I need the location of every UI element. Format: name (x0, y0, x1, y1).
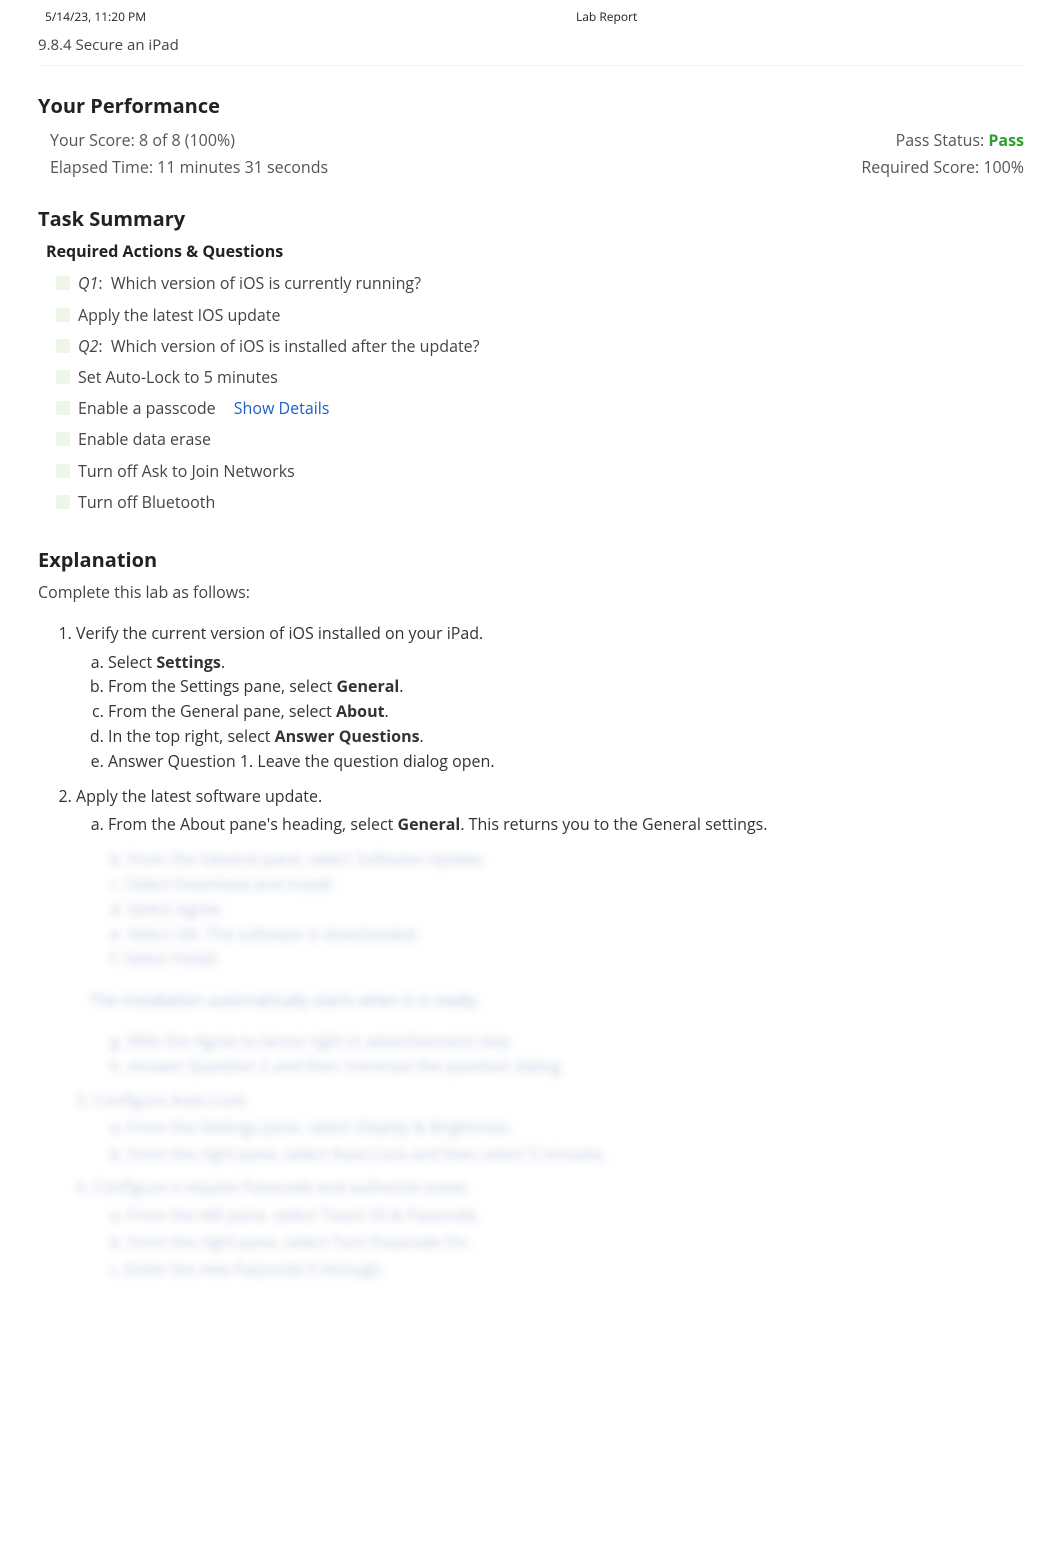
explanation-section: Explanation Complete this lab as follows… (38, 540, 1024, 1283)
action-text: Turn off Ask to Join Networks (78, 460, 295, 482)
obscured-content: b. From the General pane, select Softwar… (38, 847, 1024, 971)
performance-heading: Your Performance (38, 92, 1024, 119)
pass-status-value: Pass (988, 129, 1024, 151)
obscured-content: 3. Configure Auto-Lock. a. From the Sett… (38, 1087, 1024, 1169)
obscured-content: 4. Configure a require Passcode and auth… (38, 1174, 1024, 1283)
required-score-text: Required Score: 100% (861, 154, 1024, 181)
print-header: 5/14/23, 11:20 PM Lab Report (0, 0, 1062, 29)
action-text: Enable a passcode (78, 397, 216, 419)
substep: Select Settings. (108, 650, 1024, 675)
action-item: Q2: Which version of iOS is installed af… (56, 331, 1024, 362)
substep: From the Settings pane, select General. (108, 674, 1024, 699)
action-item: Set Auto-Lock to 5 minutes (56, 362, 1024, 393)
obscured-content: g. With the Agree to terms right in adve… (38, 1029, 1024, 1079)
question-label: Q1 (78, 272, 98, 294)
action-text: Apply the latest IOS update (78, 304, 280, 326)
step-title: Verify the current version of iOS instal… (76, 622, 483, 644)
explanation-heading: Explanation (38, 546, 1024, 573)
action-item: Enable data erase (56, 424, 1024, 455)
task-summary-heading: Task Summary (38, 205, 1024, 232)
substep: In the top right, select Answer Question… (108, 724, 1024, 749)
task-summary-section: Task Summary Required Actions & Question… (38, 203, 1024, 540)
score-text: Your Score: 8 of 8 (100%) (38, 127, 235, 154)
substep: From the About pane's heading, select Ge… (108, 812, 1024, 837)
action-item: Q1: Which version of iOS is currently ru… (56, 268, 1024, 299)
action-text: Turn off Bluetooth (78, 491, 215, 513)
print-timestamp: 5/14/23, 11:20 PM (45, 8, 486, 25)
action-item: Turn off Ask to Join Networks (56, 456, 1024, 487)
lab-title: 9.8.4 Secure an iPad (38, 29, 1024, 66)
action-text: Set Auto-Lock to 5 minutes (78, 366, 278, 388)
obscured-callout: The installation automatically starts wh… (90, 989, 1024, 1011)
question-label: Q2 (78, 335, 98, 357)
action-text: Enable data erase (78, 428, 211, 450)
step-title: Apply the latest software update. (76, 785, 322, 807)
action-text: Which version of iOS is currently runnin… (111, 272, 421, 294)
action-item: Turn off Bluetooth (56, 487, 1024, 518)
pass-status: Pass Status: Pass (896, 127, 1024, 154)
explanation-intro: Complete this lab as follows: (38, 581, 1024, 603)
show-details-link[interactable]: Show Details (234, 397, 330, 419)
elapsed-text: Elapsed Time: 11 minutes 31 seconds (38, 154, 328, 181)
substep: Answer Question 1. Leave the question di… (108, 749, 1024, 774)
step-item: Verify the current version of iOS instal… (76, 621, 1024, 774)
performance-section: Your Performance Your Score: 8 of 8 (100… (38, 92, 1024, 203)
action-item: Enable a passcode Show Details (56, 393, 1024, 424)
pass-status-label: Pass Status: (896, 129, 989, 151)
substep: From the General pane, select About. (108, 699, 1024, 724)
required-actions-heading: Required Actions & Questions (46, 240, 1024, 262)
step-item: Apply the latest software update. From t… (76, 784, 1024, 838)
action-item: Apply the latest IOS update (56, 300, 1024, 331)
action-text: Which version of iOS is installed after … (111, 335, 480, 357)
print-title: Lab Report (486, 8, 1017, 25)
